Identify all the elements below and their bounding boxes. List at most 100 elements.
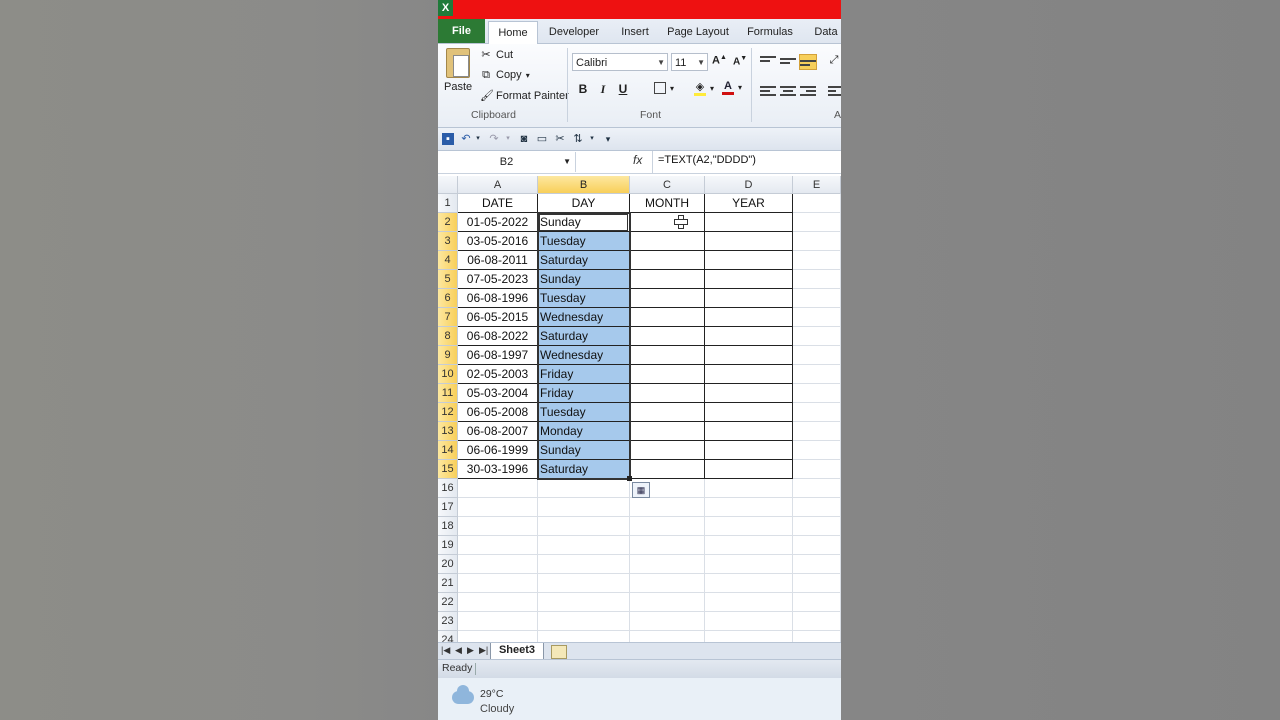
cell-d15[interactable]	[705, 460, 793, 479]
cell-c18[interactable]	[630, 517, 705, 536]
row-header[interactable]: 7	[438, 308, 458, 327]
cell-c1[interactable]: MONTH	[630, 194, 705, 213]
cell-a23[interactable]	[458, 612, 538, 631]
taskbar-weather[interactable]: 29°C Cloudy	[438, 678, 841, 720]
cell-a12[interactable]: 06-05-2008	[458, 403, 538, 422]
row-header[interactable]: 17	[438, 498, 458, 517]
cell-d21[interactable]	[705, 574, 793, 593]
cell-b17[interactable]	[538, 498, 630, 517]
cell-a4[interactable]: 06-08-2011	[458, 251, 538, 270]
row-header[interactable]: 3	[438, 232, 458, 251]
row-header[interactable]: 23	[438, 612, 458, 631]
row-header[interactable]: 24	[438, 631, 458, 642]
cell-e8[interactable]	[793, 327, 841, 346]
cell-c3[interactable]	[630, 232, 705, 251]
cell-b4[interactable]: Saturday	[538, 251, 630, 270]
cell-b21[interactable]	[538, 574, 630, 593]
cell-c8[interactable]	[630, 327, 705, 346]
fill-color-button[interactable]: ◈ ▾	[694, 81, 714, 96]
cell-b19[interactable]	[538, 536, 630, 555]
cell-e5[interactable]	[793, 270, 841, 289]
indent-icon[interactable]	[828, 84, 841, 98]
row-header[interactable]: 21	[438, 574, 458, 593]
align-bottom-icon[interactable]	[799, 54, 817, 70]
row-header[interactable]: 9	[438, 346, 458, 365]
tab-page-layout[interactable]: Page Layout	[666, 21, 730, 43]
cell-b15[interactable]: Saturday	[538, 460, 630, 479]
align-top-icon[interactable]	[760, 54, 776, 68]
column-header-c[interactable]: C	[630, 176, 705, 194]
autofill-options-icon[interactable]: ▦	[632, 482, 650, 498]
cell-b6[interactable]: Tuesday	[538, 289, 630, 308]
tab-home[interactable]: Home	[488, 21, 538, 45]
row-header[interactable]: 22	[438, 593, 458, 612]
row-header[interactable]: 16	[438, 479, 458, 498]
bold-button[interactable]: B	[575, 82, 591, 96]
cell-a3[interactable]: 03-05-2016	[458, 232, 538, 251]
last-sheet-icon[interactable]: ▶|	[479, 645, 488, 656]
chevron-down-icon[interactable]: ▾	[586, 133, 598, 145]
cell-e13[interactable]	[793, 422, 841, 441]
cell-b16[interactable]	[538, 479, 630, 498]
undo-icon[interactable]: ↶	[460, 133, 472, 145]
cell-b2[interactable]: Sunday	[538, 213, 630, 232]
cell-e19[interactable]	[793, 536, 841, 555]
row-header[interactable]: 14	[438, 441, 458, 460]
cell-a8[interactable]: 06-08-2022	[458, 327, 538, 346]
cell-b23[interactable]	[538, 612, 630, 631]
cut-icon[interactable]: ✂	[554, 133, 566, 145]
cell-e11[interactable]	[793, 384, 841, 403]
cell-d3[interactable]	[705, 232, 793, 251]
cell-d4[interactable]	[705, 251, 793, 270]
tab-insert[interactable]: Insert	[618, 21, 652, 43]
cell-b10[interactable]: Friday	[538, 365, 630, 384]
cell-d19[interactable]	[705, 536, 793, 555]
cell-d11[interactable]	[705, 384, 793, 403]
cell-b5[interactable]: Sunday	[538, 270, 630, 289]
cell-d7[interactable]	[705, 308, 793, 327]
row-header[interactable]: 15	[438, 460, 458, 479]
cell-a21[interactable]	[458, 574, 538, 593]
cell-c13[interactable]	[630, 422, 705, 441]
cell-e10[interactable]	[793, 365, 841, 384]
camera-icon[interactable]: ◙	[518, 133, 530, 145]
cell-d5[interactable]	[705, 270, 793, 289]
cell-a9[interactable]: 06-08-1997	[458, 346, 538, 365]
row-header[interactable]: 8	[438, 327, 458, 346]
cell-b3[interactable]: Tuesday	[538, 232, 630, 251]
cell-a15[interactable]: 30-03-1996	[458, 460, 538, 479]
grow-font-button[interactable]: A▲	[712, 54, 727, 67]
cell-d23[interactable]	[705, 612, 793, 631]
row-header[interactable]: 12	[438, 403, 458, 422]
select-all-corner[interactable]	[438, 176, 458, 194]
cell-a7[interactable]: 06-05-2015	[458, 308, 538, 327]
cell-e2[interactable]	[793, 213, 841, 232]
cell-e14[interactable]	[793, 441, 841, 460]
italic-button[interactable]: I	[595, 82, 611, 97]
cell-c23[interactable]	[630, 612, 705, 631]
cell-b11[interactable]: Friday	[538, 384, 630, 403]
cell-e7[interactable]	[793, 308, 841, 327]
cell-a11[interactable]: 05-03-2004	[458, 384, 538, 403]
cell-d22[interactable]	[705, 593, 793, 612]
row-header[interactable]: 13	[438, 422, 458, 441]
cell-e17[interactable]	[793, 498, 841, 517]
cell-b8[interactable]: Saturday	[538, 327, 630, 346]
cell-d24[interactable]	[705, 631, 793, 642]
cell-c2[interactable]	[630, 213, 705, 232]
cell-d14[interactable]	[705, 441, 793, 460]
cell-a1[interactable]: DATE	[458, 194, 538, 213]
borders-button[interactable]: ▾	[654, 82, 674, 94]
font-size-select[interactable]: 11 ▼	[671, 53, 708, 71]
cell-e23[interactable]	[793, 612, 841, 631]
cell-c22[interactable]	[630, 593, 705, 612]
tab-developer[interactable]: Developer	[544, 21, 604, 43]
cell-a24[interactable]	[458, 631, 538, 642]
cell-b22[interactable]	[538, 593, 630, 612]
customize-toolbar-icon[interactable]: ▾	[602, 133, 614, 145]
cell-b9[interactable]: Wednesday	[538, 346, 630, 365]
cell-c6[interactable]	[630, 289, 705, 308]
cell-a17[interactable]	[458, 498, 538, 517]
cell-c19[interactable]	[630, 536, 705, 555]
shrink-font-button[interactable]: A▼	[733, 55, 747, 67]
